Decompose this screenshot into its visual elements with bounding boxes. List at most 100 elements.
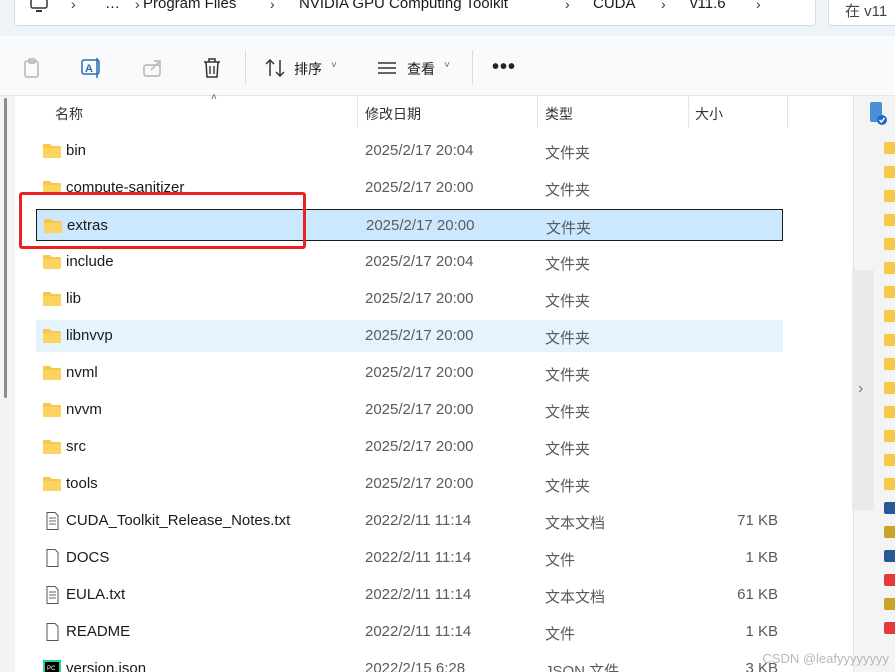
column-type[interactable]: 类型 — [545, 104, 573, 124]
column-header: ˄ 名称 修改日期 类型 大小 — [15, 92, 815, 128]
file-date-modified: 2025/2/17 20:00 — [365, 290, 474, 307]
more-options-button[interactable]: ••• — [492, 56, 516, 79]
file-row-eula-txt[interactable]: EULA.txt 2022/2/11 11:14 文本文档 61 KB — [36, 579, 783, 611]
file-date-modified: 2025/2/17 20:00 — [365, 327, 474, 344]
folder-icon[interactable] — [884, 238, 895, 250]
file-size: 71 KB — [737, 512, 778, 529]
file-type: JSON 文件 — [545, 663, 620, 672]
file-row-readme[interactable]: README 2022/2/11 11:14 文件 1 KB — [36, 616, 783, 648]
breadcrumb-separator[interactable]: › — [270, 0, 275, 13]
delete-icon[interactable] — [200, 56, 224, 80]
column-divider[interactable] — [537, 96, 538, 128]
column-date-modified[interactable]: 修改日期 — [365, 104, 421, 124]
breadcrumb-ellipsis[interactable]: … — [105, 0, 120, 13]
breadcrumb-separator[interactable]: › — [661, 0, 666, 13]
file-row-extras[interactable]: extras 2025/2/17 20:00 文件夹 — [36, 209, 783, 241]
pycharm-file-icon: PC — [43, 660, 61, 672]
sort-button[interactable]: 排序 — [294, 59, 322, 79]
file-name: lib — [66, 290, 82, 307]
nav-pane-scroll-thumb[interactable] — [4, 98, 7, 398]
breadcrumb-separator[interactable]: › — [135, 0, 140, 13]
folder-icon[interactable] — [884, 262, 895, 274]
file-row-tools[interactable]: tools 2025/2/17 20:00 文件夹 — [36, 468, 783, 500]
file-row-lib[interactable]: lib 2025/2/17 20:00 文件夹 — [36, 283, 783, 315]
folder-icon[interactable] — [884, 454, 895, 466]
rename-icon[interactable]: A — [80, 56, 104, 80]
pdf-file-icon[interactable] — [884, 622, 895, 634]
folder-icon — [43, 366, 61, 380]
file-name: compute-sanitizer — [66, 179, 185, 196]
folder-icon[interactable] — [884, 142, 895, 154]
file-row-compute-sanitizer[interactable]: compute-sanitizer 2025/2/17 20:00 文件夹 — [36, 172, 783, 204]
chevron-down-icon[interactable]: ˅ — [331, 60, 337, 71]
breadcrumb-program-files[interactable]: Program Files — [143, 0, 236, 13]
folder-icon[interactable] — [884, 430, 895, 442]
address-breadcrumb-box[interactable]: › … › Program Files › NVIDIA GPU Computi… — [14, 0, 816, 26]
folder-icon[interactable] — [884, 310, 895, 322]
file-name: EULA.txt — [66, 586, 126, 603]
view-button[interactable]: 查看 — [407, 59, 435, 79]
breadcrumb-v11-6[interactable]: v11.6 — [690, 0, 726, 13]
image-file-icon[interactable] — [884, 526, 895, 538]
folder-icon[interactable] — [884, 406, 895, 418]
breadcrumb-nvidia-toolkit[interactable]: NVIDIA GPU Computing Toolkit — [299, 0, 508, 13]
file-row-docs[interactable]: DOCS 2022/2/11 11:14 文件 1 KB — [36, 542, 783, 574]
file-date-modified: 2022/2/11 11:14 — [365, 512, 472, 529]
view-icon[interactable] — [375, 56, 399, 80]
folder-icon — [43, 144, 61, 158]
column-divider[interactable] — [357, 96, 358, 128]
breadcrumb-separator[interactable]: › — [565, 0, 570, 13]
file-row-version-json[interactable]: PC version.json 2022/2/15 6:28 JSON 文件 3 KB — [36, 653, 783, 672]
file-type: 文件夹 — [545, 182, 591, 199]
column-divider[interactable] — [787, 96, 788, 128]
folder-icon[interactable] — [884, 334, 895, 346]
paste-icon[interactable] — [20, 56, 44, 80]
file-row-cuda-toolkit-release-notes-txt[interactable]: CUDA_Toolkit_Release_Notes.txt 2022/2/11 … — [36, 505, 783, 537]
file-row-include[interactable]: include 2025/2/17 20:04 文件夹 — [36, 246, 783, 278]
folder-icon[interactable] — [884, 166, 895, 178]
folder-icon — [44, 219, 62, 233]
file-row-nvml[interactable]: nvml 2025/2/17 20:00 文件夹 — [36, 357, 783, 389]
blank-file-icon — [46, 623, 59, 641]
chevron-right-icon: › — [858, 380, 864, 397]
word-doc-icon[interactable] — [884, 502, 895, 514]
column-name[interactable]: 名称 — [55, 104, 83, 124]
watermark: CSDN @leafyyyyyyyy — [762, 651, 889, 666]
breadcrumb-separator[interactable]: › — [756, 0, 761, 13]
svg-text:PC: PC — [47, 666, 56, 672]
sort-icon[interactable] — [263, 56, 287, 80]
file-date-modified: 2022/2/15 6:28 — [365, 660, 466, 672]
folder-icon[interactable] — [884, 214, 895, 226]
breadcrumb-cuda[interactable]: CUDA — [593, 0, 636, 13]
column-divider[interactable] — [688, 96, 689, 128]
file-date-modified: 2025/2/17 20:00 — [366, 217, 475, 234]
folder-icon[interactable] — [884, 478, 895, 490]
nav-pane-scrollbar[interactable] — [0, 96, 15, 672]
folder-icon[interactable] — [884, 358, 895, 370]
folder-icon[interactable] — [884, 286, 895, 298]
this-pc-icon[interactable] — [29, 0, 49, 15]
folder-icon[interactable] — [884, 382, 895, 394]
file-name: src — [66, 438, 86, 455]
image-file-icon[interactable] — [884, 598, 895, 610]
file-type: 文本文档 — [545, 515, 606, 532]
file-size: 1 KB — [745, 623, 778, 640]
folder-icon[interactable] — [884, 190, 895, 202]
file-row-bin[interactable]: bin 2025/2/17 20:04 文件夹 — [36, 135, 783, 167]
file-row-libnvvp[interactable]: libnvvp 2025/2/17 20:00 文件夹 — [36, 320, 783, 352]
search-input[interactable]: 在 v11 — [828, 0, 895, 26]
file-name: CUDA_Toolkit_Release_Notes.txt — [66, 512, 291, 529]
column-size[interactable]: 大小 — [695, 104, 723, 124]
file-name: libnvvp — [66, 327, 113, 344]
pdf-file-icon[interactable] — [884, 574, 895, 586]
file-row-src[interactable]: src 2025/2/17 20:00 文件夹 — [36, 431, 783, 463]
expand-pane-button[interactable]: › — [852, 270, 874, 510]
share-icon[interactable] — [141, 56, 165, 80]
file-name: DOCS — [66, 549, 110, 566]
word-doc-icon[interactable] — [884, 550, 895, 562]
file-type: 文件夹 — [545, 404, 591, 421]
breadcrumb-separator[interactable]: › — [71, 0, 76, 13]
chevron-down-icon[interactable]: ˅ — [444, 60, 450, 71]
file-type: 文件 — [545, 552, 576, 569]
file-row-nvvm[interactable]: nvvm 2025/2/17 20:00 文件夹 — [36, 394, 783, 426]
